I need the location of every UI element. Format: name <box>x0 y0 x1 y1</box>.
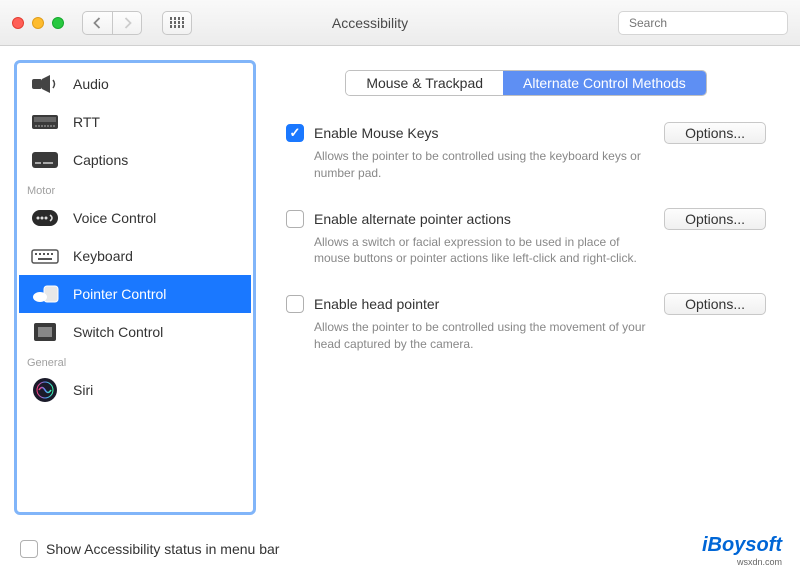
checkbox-menubar-status[interactable] <box>20 540 38 558</box>
sidebar-item-label: Audio <box>73 76 109 92</box>
sidebar-item-label: Switch Control <box>73 324 163 340</box>
sidebar-item-pointer-control[interactable]: Pointer Control <box>19 275 251 313</box>
sidebar-item-label: Voice Control <box>73 210 156 226</box>
sidebar-item-voice-control[interactable]: Voice Control <box>19 199 251 237</box>
sidebar-item-label: Pointer Control <box>73 286 166 302</box>
tab-alternate-control[interactable]: Alternate Control Methods <box>503 71 706 95</box>
window-title: Accessibility <box>132 15 608 31</box>
zoom-window-button[interactable] <box>52 17 64 29</box>
setting-description: Allows the pointer to be controlled usin… <box>314 319 654 353</box>
audio-icon <box>29 72 61 96</box>
options-button-head-pointer[interactable]: Options... <box>664 293 766 315</box>
setting-description: Allows the pointer to be controlled usin… <box>314 148 654 182</box>
main-panel: Mouse & Trackpad Alternate Control Metho… <box>256 60 786 515</box>
sidebar-item-keyboard[interactable]: Keyboard <box>19 237 251 275</box>
tab-group: Mouse & Trackpad Alternate Control Metho… <box>345 70 706 96</box>
tab-mouse-trackpad[interactable]: Mouse & Trackpad <box>346 71 503 95</box>
setting-label: Enable alternate pointer actions <box>314 211 664 227</box>
close-window-button[interactable] <box>12 17 24 29</box>
sidebar-item-label: Keyboard <box>73 248 133 264</box>
setting-label: Enable head pointer <box>314 296 664 312</box>
voice-control-icon <box>29 206 61 230</box>
sidebar-item-label: Siri <box>73 382 93 398</box>
checkbox-head-pointer[interactable] <box>286 295 304 313</box>
siri-icon <box>29 378 61 402</box>
minimize-window-button[interactable] <box>32 17 44 29</box>
content-area: Audio RTT Captions Motor Voice Control K… <box>0 46 800 529</box>
options-button-alternate-pointer[interactable]: Options... <box>664 208 766 230</box>
options-button-mouse-keys[interactable]: Options... <box>664 122 766 144</box>
search-field[interactable] <box>618 11 788 35</box>
sidebar[interactable]: Audio RTT Captions Motor Voice Control K… <box>19 65 251 503</box>
titlebar: Accessibility <box>0 0 800 46</box>
tabs: Mouse & Trackpad Alternate Control Metho… <box>286 70 766 96</box>
sidebar-item-rtt[interactable]: RTT <box>19 103 251 141</box>
sidebar-section-motor: Motor <box>19 183 251 199</box>
back-button[interactable] <box>82 11 112 35</box>
sidebar-item-label: RTT <box>73 114 100 130</box>
captions-icon <box>29 148 61 172</box>
setting-label: Enable Mouse Keys <box>314 125 664 141</box>
keyboard-icon <box>29 244 61 268</box>
setting-head-pointer: Enable head pointer Options... Allows th… <box>286 293 766 353</box>
search-input[interactable] <box>629 16 784 30</box>
switch-control-icon <box>29 320 61 344</box>
setting-alternate-pointer: Enable alternate pointer actions Options… <box>286 208 766 268</box>
rtt-icon <box>29 110 61 134</box>
watermark-url: wsxdn.com <box>737 557 782 567</box>
sidebar-item-captions[interactable]: Captions <box>19 141 251 179</box>
setting-description: Allows a switch or facial expression to … <box>314 234 654 268</box>
sidebar-item-audio[interactable]: Audio <box>19 65 251 103</box>
pointer-control-icon <box>29 282 61 306</box>
watermark-brand: iBoysoft <box>702 534 782 557</box>
footer: Show Accessibility status in menu bar <box>0 529 800 569</box>
sidebar-container: Audio RTT Captions Motor Voice Control K… <box>14 60 256 515</box>
setting-mouse-keys: Enable Mouse Keys Options... Allows the … <box>286 122 766 182</box>
sidebar-section-general: General <box>19 355 251 371</box>
window-controls <box>12 17 64 29</box>
footer-label: Show Accessibility status in menu bar <box>46 541 279 557</box>
checkbox-mouse-keys[interactable] <box>286 124 304 142</box>
sidebar-item-label: Captions <box>73 152 128 168</box>
checkbox-alternate-pointer[interactable] <box>286 210 304 228</box>
sidebar-item-switch-control[interactable]: Switch Control <box>19 313 251 351</box>
sidebar-item-siri[interactable]: Siri <box>19 371 251 409</box>
